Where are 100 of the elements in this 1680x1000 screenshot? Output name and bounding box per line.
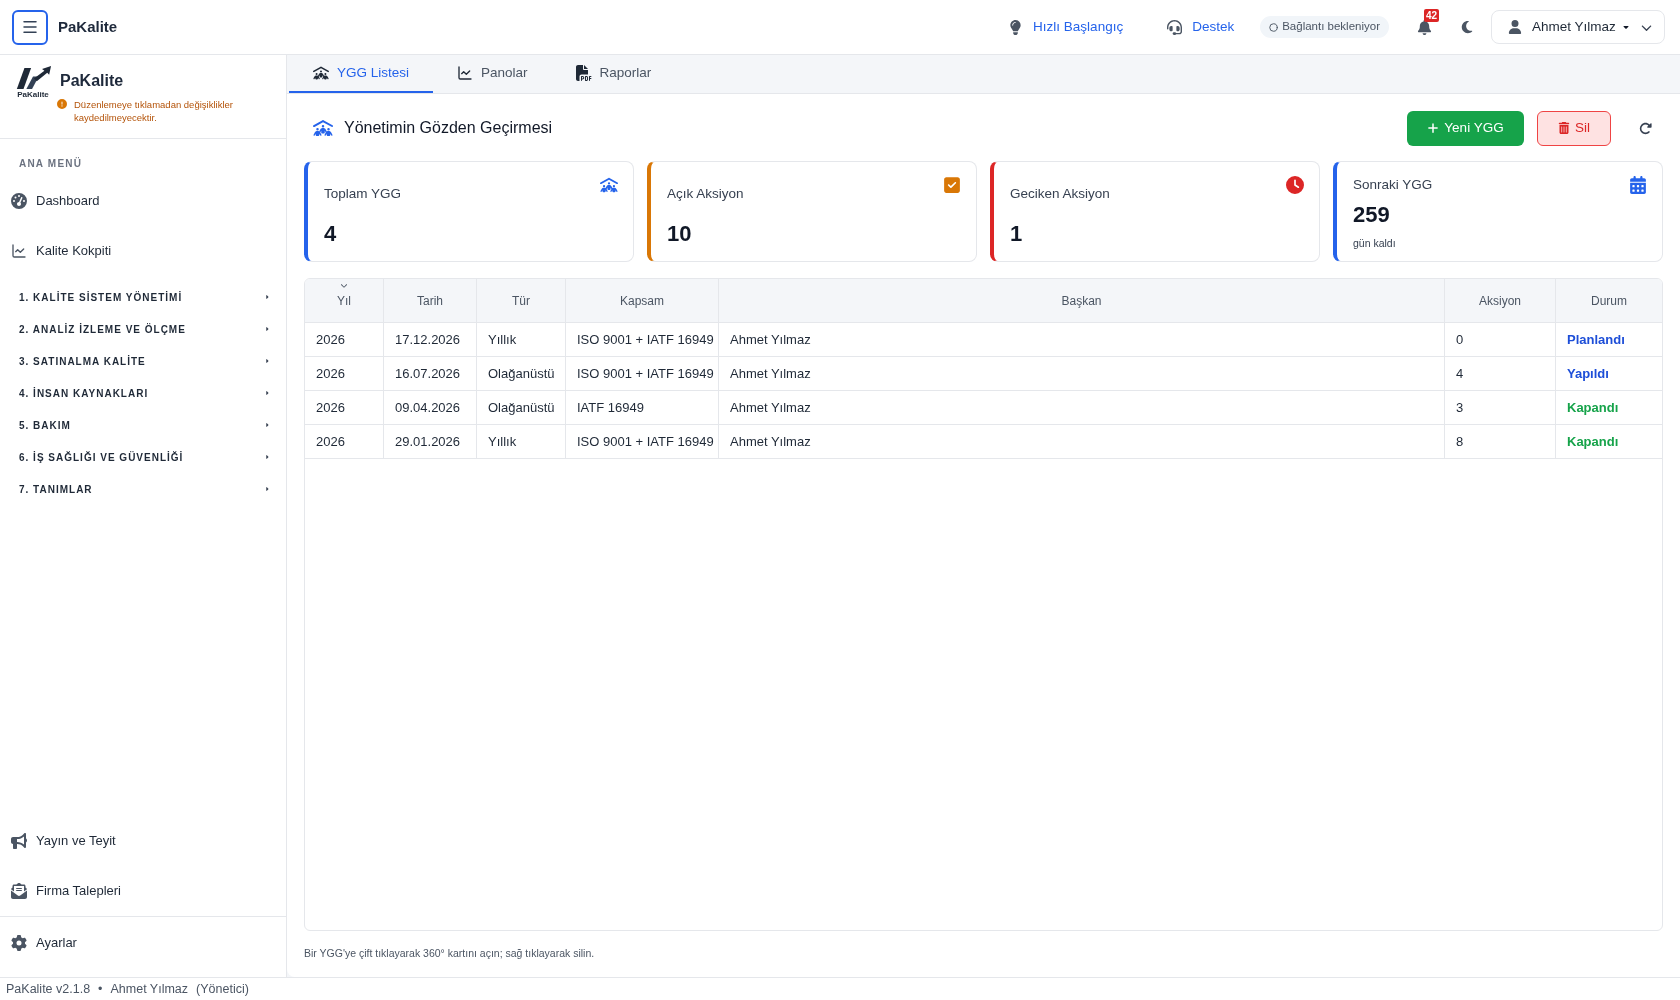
calendar-icon: [1629, 176, 1647, 194]
sidebar-section[interactable]: 7. TANIMLAR: [0, 473, 286, 505]
status-cell-text: Kapandı: [1566, 432, 1620, 451]
stat-label: Toplam YGG: [324, 185, 402, 203]
table-cell: 3: [1445, 391, 1556, 424]
stat-value: 1: [1010, 220, 1023, 248]
sidebar-item[interactable]: Dashboard: [0, 181, 286, 221]
menu-heading: ANA MENÜ: [19, 157, 83, 171]
user-name: Ahmet Yılmaz: [110, 980, 189, 998]
people-roof-icon: [313, 65, 329, 81]
lightbulb-icon: [1008, 19, 1024, 35]
pdf-file-icon: [575, 65, 592, 81]
people-roof-icon: [313, 118, 333, 138]
table-cell: 16.07.2026: [384, 357, 477, 390]
stat-value: 4: [324, 220, 337, 248]
notification-count-badge: 42: [1424, 9, 1440, 22]
table-cell: Ahmet Yılmaz: [719, 391, 1445, 424]
moon-icon: [1460, 20, 1474, 34]
unsaved-warning-text: Düzenlemeye tıklamadan değişiklikler kaydedilmeyecektir.: [74, 98, 234, 124]
user-role: (Yönetici): [196, 980, 249, 998]
table-cell: 8: [1445, 425, 1556, 458]
stat-value: 259: [1353, 201, 1390, 229]
table-cell: Olağanüstü: [477, 357, 566, 390]
column-header[interactable]: Yıl: [305, 279, 384, 322]
status-cell-text: Kapandı: [1566, 398, 1620, 417]
status-ring-icon: [1269, 22, 1279, 32]
column-header[interactable]: Başkan: [719, 279, 1445, 322]
column-header[interactable]: Tarih: [384, 279, 477, 322]
plus-icon: [1427, 122, 1440, 134]
column-header[interactable]: Tür: [477, 279, 566, 322]
sidebar-item[interactable]: Yayın ve Teyit: [0, 821, 286, 861]
sidebar-title: PaKalite: [60, 71, 124, 91]
warning-icon: [57, 99, 67, 109]
trash-icon: [1558, 122, 1570, 134]
settings-icon: [11, 935, 27, 951]
user-menu-button[interactable]: Ahmet Yılmaz: [1491, 10, 1665, 44]
table-cell: 2026: [305, 323, 384, 356]
table-cell: Ahmet Yılmaz: [719, 323, 1445, 356]
table-cell: 2026: [305, 425, 384, 458]
sidebar-item[interactable]: Kalite Kokpiti: [0, 231, 286, 271]
table-row[interactable]: 2026 17.12.2026 Yıllık ISO 9001 + IATF 16949 Ahmet Yılmaz 0 Planlandı: [305, 323, 1662, 357]
stat-value: 10: [667, 220, 692, 248]
status-cell-text: Planlandı: [1566, 330, 1626, 349]
table-cell: 29.01.2026: [384, 425, 477, 458]
tab[interactable]: Raporlar: [551, 55, 676, 93]
gauge-icon: [11, 193, 27, 209]
sidebar-section[interactable]: 1. KALİTE SİSTEM YÖNETİMİ: [0, 281, 286, 313]
table-cell: 2026: [305, 391, 384, 424]
logo-icon: [14, 65, 52, 90]
table-cell: 09.04.2026: [384, 391, 477, 424]
tab[interactable]: Panolar: [433, 55, 552, 93]
envelope-icon: [11, 883, 27, 899]
delete-button[interactable]: Sil: [1537, 110, 1611, 146]
table-cell: 4: [1445, 357, 1556, 390]
table-cell: Yıllık: [477, 425, 566, 458]
stat-label: Sonraki YGG: [1353, 176, 1433, 194]
stat-label: Geciken Aksiyon: [1010, 185, 1110, 203]
page-title: Yönetimin Gözden Geçirmesi: [344, 118, 553, 138]
column-header[interactable]: Durum: [1556, 279, 1662, 322]
app-title: PaKalite: [58, 16, 118, 37]
connection-status-text: Bağlantı bekleniyor: [1282, 19, 1380, 35]
table-row[interactable]: 2026 09.04.2026 Olağanüstü IATF 16949 Ahmet Yılmaz 3 Kapandı: [305, 391, 1662, 425]
sidebar-section[interactable]: 6. İŞ SAĞLIĞI VE GÜVENLİĞİ: [0, 441, 286, 473]
column-header[interactable]: Kapsam: [566, 279, 719, 322]
table-row[interactable]: 2026 29.01.2026 Yıllık ISO 9001 + IATF 16949 Ahmet Yılmaz 8 Kapandı: [305, 425, 1662, 459]
support-link[interactable]: Destek: [1167, 16, 1235, 38]
sidebar-section[interactable]: 5. BAKIM: [0, 409, 286, 441]
table-cell: ISO 9001 + IATF 16949: [566, 357, 719, 390]
table-cell: Ahmet Yılmaz: [719, 425, 1445, 458]
sidebar-item[interactable]: Ayarlar: [0, 917, 286, 969]
theme-toggle-button[interactable]: [1459, 19, 1475, 35]
line-chart-icon: [11, 243, 27, 259]
sidebar-item[interactable]: Firma Talepleri: [0, 871, 286, 911]
hint-text: Bir YGG'ye çift tıklayarak 360° kartını açın; sağ tıklayarak silin.: [304, 946, 595, 960]
refresh-icon: [1638, 121, 1652, 135]
app-version: PaKalite v2.1.8: [6, 980, 91, 998]
sidebar-section[interactable]: 4. İNSAN KAYNAKLARI: [0, 377, 286, 409]
stat-label: Açık Aksiyon: [667, 185, 744, 203]
status-cell-text: Yapıldı: [1566, 364, 1610, 383]
user-icon: [1508, 20, 1522, 34]
table-cell: Ahmet Yılmaz: [719, 357, 1445, 390]
table-cell: IATF 16949: [566, 391, 719, 424]
sidebar-section[interactable]: 3. SATINALMA KALİTE: [0, 345, 286, 377]
clock-icon: [1286, 176, 1304, 194]
quick-start-link[interactable]: Hızlı Başlangıç: [1008, 16, 1124, 38]
menu-button[interactable]: [12, 9, 48, 45]
table-cell: 2026: [305, 357, 384, 390]
table-row[interactable]: 2026 16.07.2026 Olağanüstü ISO 9001 + IATF 16949 Ahmet Yılmaz 4 Yapıldı: [305, 357, 1662, 391]
table-cell: ISO 9001 + IATF 16949: [566, 323, 719, 356]
sidebar-section[interactable]: 2. ANALİZ İZLEME VE ÖLÇME: [0, 313, 286, 345]
refresh-button[interactable]: [1637, 120, 1653, 136]
table-cell: ISO 9001 + IATF 16949: [566, 425, 719, 458]
stat-note: gün kaldı: [1353, 236, 1396, 251]
column-header[interactable]: Aksiyon: [1445, 279, 1556, 322]
logo-text: PaKalite: [17, 90, 49, 100]
separator-dot: •: [98, 980, 103, 998]
caret-icon: [1621, 23, 1630, 31]
menu-icon: [21, 18, 39, 36]
sort-chevron-icon: [340, 282, 348, 289]
table-cell: 17.12.2026: [384, 323, 477, 356]
